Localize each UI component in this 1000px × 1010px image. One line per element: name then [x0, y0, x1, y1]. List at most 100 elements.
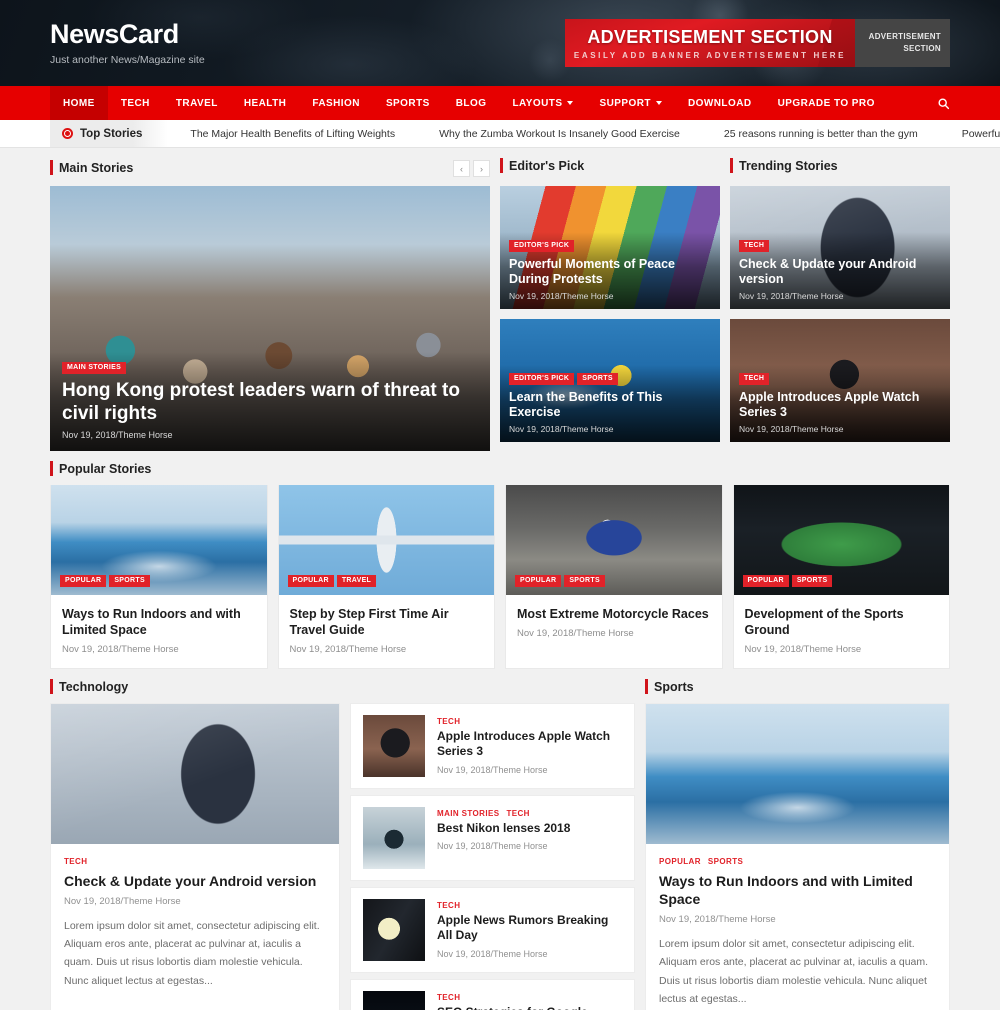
- popular-story-card[interactable]: POPULAR TRAVEL Step by Step First Time Air…: [277, 484, 495, 669]
- editors-pick-header: Editor's Pick: [500, 148, 720, 182]
- ticker-item[interactable]: Powerful Moments of Peace During Protest…: [940, 128, 1000, 140]
- main-story-title[interactable]: Hong Kong protest leaders warn of threat…: [62, 379, 478, 427]
- search-icon[interactable]: [937, 97, 950, 110]
- popular-story-title[interactable]: Ways to Run Indoors and with Limited Spa…: [62, 606, 256, 639]
- category-link[interactable]: TECH: [437, 993, 460, 1002]
- popular-story-body: Ways to Run Indoors and with Limited Spa…: [51, 595, 267, 669]
- popular-story-title[interactable]: Step by Step First Time Air Travel Guide: [290, 606, 484, 639]
- technology-feature-title[interactable]: Check & Update your Android version: [64, 872, 326, 890]
- slider-prev-button[interactable]: ‹: [453, 160, 470, 177]
- header-advertisement[interactable]: ADVERTISEMENT SECTION EASILY ADD BANNER …: [565, 19, 950, 67]
- sports-feature-title[interactable]: Ways to Run Indoors and with Limited Spa…: [659, 872, 936, 908]
- technology-list-item-title[interactable]: Apple Introduces Apple Watch Series 3: [437, 729, 622, 760]
- technology-list-item-title[interactable]: SEO Strategies for Google Search: [437, 1005, 622, 1010]
- nav-item-sports[interactable]: SPORTS: [373, 86, 443, 120]
- trending-card-title[interactable]: Apple Introduces Apple Watch Series 3: [739, 390, 941, 421]
- nav-item-tech[interactable]: TECH: [108, 86, 163, 120]
- category-badge[interactable]: MAIN STORIES: [62, 361, 127, 374]
- nav-item-upgrade-to-pro[interactable]: UPGRADE TO PRO: [765, 86, 888, 120]
- ad-side-label: ADVERTISEMENT SECTION: [855, 19, 950, 67]
- category-badge[interactable]: EDITOR'S PICK: [509, 372, 575, 385]
- technology-feature-categories: TECH: [64, 857, 326, 866]
- ticker-item[interactable]: Why the Zumba Workout Is Insanely Good E…: [417, 128, 702, 140]
- nav-item-home[interactable]: HOME: [50, 86, 108, 120]
- editors-pick-card-overlay: EDITOR'S PICK Powerful Moments of Peace D…: [500, 231, 720, 309]
- row3-content: TECH Check & Update your Android version…: [50, 702, 950, 1010]
- popular-story-card[interactable]: POPULAR SPORTS Development of the Sports G…: [732, 484, 950, 669]
- popular-story-meta: Nov 19, 2018/Theme Horse: [62, 644, 179, 655]
- main-story-card[interactable]: MAIN STORIES Hong Kong protest leaders w…: [50, 186, 490, 451]
- nav-item-download[interactable]: DOWNLOAD: [675, 86, 765, 120]
- trending-card-title[interactable]: Check & Update your Android version: [739, 257, 941, 288]
- category-link[interactable]: TECH: [437, 901, 460, 910]
- editors-pick-card[interactable]: EDITOR'S PICK SPORTS Learn the Benefits of…: [500, 319, 720, 442]
- category-badge[interactable]: SPORTS: [109, 574, 150, 587]
- nav-item-fashion[interactable]: FASHION: [299, 86, 373, 120]
- category-link[interactable]: MAIN STORIES: [437, 809, 499, 818]
- nav-item-label: HOME: [63, 97, 95, 109]
- category-badge[interactable]: TECH: [739, 239, 770, 252]
- category-badge[interactable]: EDITOR'S PICK: [509, 239, 575, 252]
- category-badge[interactable]: TRAVEL: [336, 574, 377, 587]
- editors-pick-card[interactable]: EDITOR'S PICK Powerful Moments of Peace D…: [500, 186, 720, 309]
- technology-list-item[interactable]: TECH Apple Introduces Apple Watch Series …: [350, 702, 635, 789]
- category-link[interactable]: TECH: [64, 857, 87, 866]
- trending-card-meta: Nov 19, 2018/Theme Horse: [739, 291, 844, 301]
- site-title: NewsCard: [50, 18, 179, 49]
- trending-card-overlay: TECH Apple Introduces Apple Watch Series …: [730, 364, 950, 442]
- editors-pick-column: EDITOR'S PICK Powerful Moments of Peace D…: [500, 186, 720, 451]
- popular-story-title[interactable]: Most Extreme Motorcycle Races: [517, 606, 711, 622]
- nav-item-label: UPGRADE TO PRO: [777, 97, 875, 109]
- popular-story-image: POPULAR SPORTS: [733, 484, 949, 595]
- nav-item-layouts[interactable]: LAYOUTS: [499, 86, 586, 120]
- site-header: NewsCard Just another News/Magazine site…: [0, 0, 1000, 86]
- nav-item-blog[interactable]: BLOG: [443, 86, 500, 120]
- sports-feature-card[interactable]: POPULAR SPORTS Ways to Run Indoors and wi…: [645, 702, 950, 1010]
- technology-list-item[interactable]: TECH Apple News Rumors Breaking All Day No…: [350, 886, 635, 973]
- category-badge[interactable]: POPULAR: [60, 574, 107, 587]
- ticker-items: The Major Health Benefits of Lifting Wei…: [168, 120, 1000, 147]
- category-link[interactable]: SPORTS: [708, 857, 743, 866]
- popular-story-meta: Nov 19, 2018/Theme Horse: [744, 644, 862, 655]
- category-badge[interactable]: POPULAR: [742, 574, 789, 587]
- sports-title: Sports: [645, 679, 694, 694]
- editors-pick-card-title[interactable]: Powerful Moments of Peace During Protest…: [509, 257, 711, 288]
- popular-story-card[interactable]: POPULAR SPORTS Ways to Run Indoors and wit…: [50, 484, 268, 669]
- editors-pick-card-title[interactable]: Learn the Benefits of This Exercise: [509, 390, 711, 421]
- sports-feature-excerpt: Lorem ipsum dolor sit amet, consectetur …: [659, 937, 929, 1005]
- popular-story-body: Step by Step First Time Air Travel Guide…: [279, 595, 495, 669]
- category-badge[interactable]: SPORTS: [791, 574, 833, 587]
- editors-pick-card-meta: Nov 19, 2018/Theme Horse: [509, 424, 614, 434]
- brand[interactable]: NewsCard Just another News/Magazine site: [50, 18, 205, 66]
- editors-pick-card-meta: Nov 19, 2018/Theme Horse: [509, 291, 614, 301]
- nav-item-travel[interactable]: TRAVEL: [163, 86, 231, 120]
- ticker-item[interactable]: The Major Health Benefits of Lifting Wei…: [168, 128, 417, 140]
- technology-list-item-title[interactable]: Best Nikon lenses 2018: [437, 821, 622, 837]
- category-badge[interactable]: POPULAR: [515, 574, 562, 587]
- nav-item-health[interactable]: HEALTH: [231, 86, 300, 120]
- category-badge[interactable]: POPULAR: [287, 574, 334, 587]
- trending-card[interactable]: TECH Check & Update your Android version N…: [730, 186, 950, 309]
- category-link[interactable]: TECH: [437, 717, 460, 726]
- technology-list-item[interactable]: MAIN STORIES TECH Best Nikon lenses 2018 No…: [350, 794, 635, 881]
- technology-list-item-title[interactable]: Apple News Rumors Breaking All Day: [437, 913, 622, 944]
- ad-side-line2: SECTION: [903, 44, 941, 53]
- category-badge[interactable]: SPORTS: [564, 574, 605, 587]
- ad-banner[interactable]: ADVERTISEMENT SECTION EASILY ADD BANNER …: [565, 19, 855, 67]
- trending-card-meta: Nov 19, 2018/Theme Horse: [739, 424, 844, 434]
- popular-story-title[interactable]: Development of the Sports Ground: [745, 606, 939, 639]
- technology-list-item-meta: Nov 19, 2018/Theme Horse: [437, 764, 548, 775]
- category-link[interactable]: TECH: [506, 809, 529, 818]
- popular-story-card[interactable]: POPULAR SPORTS Most Extreme Motorcycle Rac…: [505, 484, 723, 669]
- nav-item-support[interactable]: SUPPORT: [586, 86, 675, 120]
- category-link[interactable]: POPULAR: [659, 857, 701, 866]
- ticker-item[interactable]: 25 reasons running is better than the gy…: [702, 128, 940, 140]
- technology-list: TECH Apple Introduces Apple Watch Series …: [350, 702, 635, 1010]
- category-badge[interactable]: TECH: [739, 372, 770, 385]
- trending-card[interactable]: TECH Apple Introduces Apple Watch Series …: [730, 319, 950, 442]
- category-badge[interactable]: SPORTS: [577, 372, 618, 385]
- slider-next-button[interactable]: ›: [473, 160, 490, 177]
- technology-list-item[interactable]: TECHSEO Strategies for Google SearchNov …: [350, 978, 635, 1010]
- technology-feature-card[interactable]: TECH Check & Update your Android version…: [50, 702, 340, 1010]
- category-list: TECH: [739, 372, 941, 385]
